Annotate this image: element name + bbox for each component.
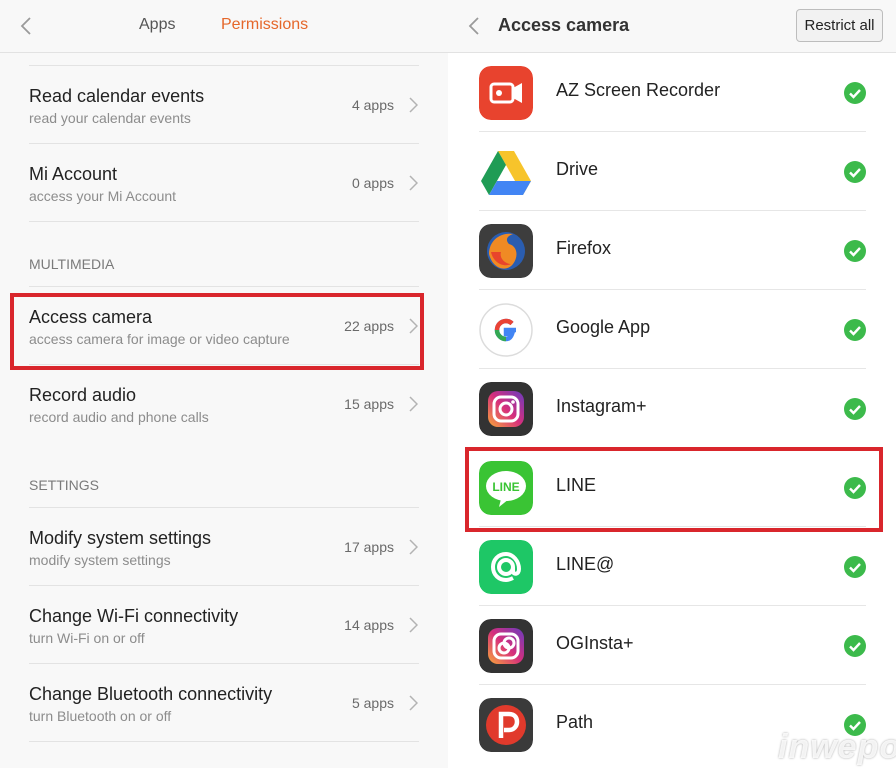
tab-apps[interactable]: Apps — [139, 16, 175, 34]
app-count: 15 apps — [344, 396, 394, 412]
oginsta-icon — [479, 619, 533, 673]
permission-row-change-bluetooth[interactable]: Change Bluetooth connectivity turn Bluet… — [0, 664, 448, 742]
permission-title: Record audio — [29, 385, 137, 405]
app-row-line-at[interactable]: LINE@ — [448, 527, 896, 606]
highlight-box-access-camera — [10, 293, 424, 370]
app-name: Firefox — [556, 238, 612, 258]
app-count: 14 apps — [344, 617, 394, 633]
instagram-icon — [479, 382, 533, 436]
permission-row-record-audio[interactable]: Record audio record audio and phone call… — [0, 365, 448, 443]
watermark-text: inwepo — [778, 728, 896, 766]
back-chevron-icon[interactable] — [468, 17, 480, 35]
app-count: 17 apps — [344, 539, 394, 555]
app-name: Google App — [556, 317, 651, 337]
chevron-right-icon — [409, 695, 418, 711]
app-name: OGInsta+ — [556, 633, 634, 653]
page-title: Access camera — [498, 15, 630, 35]
app-row-google-app[interactable]: Google App — [448, 290, 896, 369]
permission-subtitle: modify system settings — [29, 552, 171, 568]
app-name: Path — [556, 712, 594, 732]
app-row-drive[interactable]: Drive — [448, 132, 896, 211]
app-row-az-screen-recorder[interactable]: AZ Screen Recorder — [448, 53, 896, 132]
permission-row-read-calendar[interactable]: Read calendar events read your calendar … — [0, 66, 448, 144]
firefox-icon — [479, 224, 533, 278]
app-row-oginsta-plus[interactable]: OGInsta+ — [448, 606, 896, 685]
permission-row-change-wifi[interactable]: Change Wi-Fi connectivity turn Wi-Fi on … — [0, 586, 448, 664]
google-g-icon — [479, 303, 533, 357]
check-circle-icon[interactable] — [844, 82, 866, 104]
permission-subtitle: turn Bluetooth on or off — [29, 708, 172, 724]
check-circle-icon[interactable] — [844, 240, 866, 262]
permission-title: Read calendar events — [29, 86, 205, 106]
permission-subtitle: access your Mi Account — [29, 188, 177, 204]
permission-title: Mi Account — [29, 164, 118, 184]
check-circle-icon[interactable] — [844, 161, 866, 183]
app-name: AZ Screen Recorder — [556, 80, 721, 100]
divider — [29, 221, 419, 222]
app-row-instagram-plus[interactable]: Instagram+ — [448, 369, 896, 448]
app-name: Instagram+ — [556, 396, 647, 416]
chevron-right-icon — [409, 396, 418, 412]
chevron-right-icon — [409, 539, 418, 555]
section-heading-multimedia: MULTIMEDIA — [29, 256, 115, 272]
back-chevron-icon[interactable] — [20, 17, 32, 35]
restrict-all-button[interactable]: Restrict all — [796, 9, 883, 42]
permission-subtitle: record audio and phone calls — [29, 409, 209, 425]
tab-permissions[interactable]: Permissions — [221, 16, 308, 34]
permissions-panel: Apps Permissions Read calendar events re… — [0, 0, 448, 768]
line-at-icon — [479, 540, 533, 594]
permission-title: Change Wi-Fi connectivity — [29, 606, 239, 626]
divider — [29, 741, 419, 742]
permission-subtitle: read your calendar events — [29, 110, 191, 126]
permission-subtitle: turn Wi-Fi on or off — [29, 630, 145, 646]
access-camera-panel: Access camera Restrict all AZ Screen Rec… — [448, 0, 896, 768]
app-row-firefox[interactable]: Firefox — [448, 211, 896, 290]
app-count: 4 apps — [351, 97, 394, 113]
google-drive-icon — [479, 145, 533, 199]
permissions-header: Apps Permissions — [0, 0, 448, 53]
check-circle-icon[interactable] — [844, 319, 866, 341]
check-circle-icon[interactable] — [844, 635, 866, 657]
permission-title: Modify system settings — [29, 528, 212, 548]
chevron-right-icon — [409, 175, 418, 191]
access-camera-header: Access camera Restrict all — [448, 0, 896, 53]
chevron-right-icon — [409, 617, 418, 633]
az-screen-recorder-icon — [479, 66, 533, 120]
highlight-box-line — [465, 447, 883, 532]
app-count: 5 apps — [351, 695, 394, 711]
check-circle-icon[interactable] — [844, 398, 866, 420]
permission-title: Change Bluetooth connectivity — [29, 684, 273, 704]
check-circle-icon[interactable] — [844, 556, 866, 578]
permission-row-mi-account[interactable]: Mi Account access your Mi Account 0 apps — [0, 144, 448, 222]
permission-row-modify-system-settings[interactable]: Modify system settings modify system set… — [0, 508, 448, 586]
app-name: LINE@ — [556, 554, 615, 574]
app-name: Drive — [556, 159, 599, 179]
section-heading-settings: SETTINGS — [29, 477, 100, 493]
app-count: 0 apps — [351, 175, 394, 191]
path-icon — [479, 698, 533, 752]
chevron-right-icon — [409, 97, 418, 113]
